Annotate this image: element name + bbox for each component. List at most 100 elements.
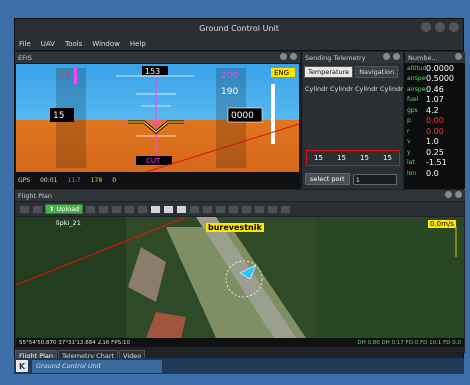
- close-icon[interactable]: [455, 191, 462, 198]
- tool-zoom-icon[interactable]: [241, 204, 253, 214]
- tab-navigation[interactable]: Navigation: [355, 66, 399, 78]
- place-label: burevestnik: [206, 223, 264, 232]
- tool-layer-icon[interactable]: [189, 204, 201, 214]
- minimize-button[interactable]: [421, 22, 431, 32]
- number-value: 0.0: [426, 168, 439, 178]
- altitude-readout: 0000: [231, 111, 254, 121]
- number-row: y 0.25: [405, 147, 465, 158]
- tool-copy-icon[interactable]: [176, 204, 188, 214]
- efis-value-1: 11.7: [67, 177, 81, 184]
- number-value: 0.25: [426, 147, 444, 157]
- efis-panel-title: EFIS: [18, 53, 32, 62]
- kde-logo-icon[interactable]: K: [16, 360, 28, 372]
- tool-doc-icon[interactable]: [163, 204, 175, 214]
- taskbar: K Ground Control Unit: [14, 358, 464, 374]
- upload-icon: ⬆: [49, 205, 55, 213]
- number-row: p 0.00: [405, 116, 465, 127]
- cut-label: CUT: [146, 157, 161, 165]
- number-value: 0.0000: [426, 63, 454, 73]
- number-value: 0.5000: [426, 74, 454, 84]
- menu-file[interactable]: File: [19, 40, 31, 48]
- number-value: 0.46: [426, 84, 444, 94]
- cylinder-value-3[interactable]: 15: [360, 154, 369, 162]
- select-port-button[interactable]: select port: [305, 173, 350, 185]
- numbers-panel-header: Numbe...: [405, 52, 465, 63]
- eng-label: ENG: [274, 69, 289, 77]
- port-input[interactable]: 1: [352, 173, 397, 185]
- float-icon[interactable]: [445, 191, 452, 198]
- efis-panel-header: EFIS: [15, 52, 300, 63]
- tool-next-icon[interactable]: [228, 204, 240, 214]
- number-row: lat -1.51: [405, 158, 465, 169]
- vsi-scale: [271, 84, 275, 144]
- flight-plan-toolbar: ⬆ Upload: [16, 202, 464, 216]
- menu-tools[interactable]: Tools: [65, 40, 82, 48]
- waypoint-label: lipki_21: [56, 219, 81, 227]
- tool-grid-icon[interactable]: [202, 204, 214, 214]
- window-controls: [421, 22, 459, 32]
- cylinder-value-1[interactable]: 15: [314, 154, 323, 162]
- number-value: 0.00: [426, 116, 444, 126]
- cylinder-values: 15 15 15 15: [306, 150, 400, 166]
- menu-help[interactable]: Help: [130, 40, 146, 48]
- cylinder-value-2[interactable]: 15: [337, 154, 346, 162]
- tool-open-icon[interactable]: [19, 204, 30, 214]
- flight-plan-panel: Flight Plan ⬆ Upload lipki_21 burevestni…: [15, 190, 465, 353]
- number-row: altitude0.0000: [405, 63, 465, 74]
- number-key: y: [407, 148, 411, 156]
- number-key: lat: [407, 159, 415, 167]
- number-value: 1.0: [426, 137, 439, 147]
- flight-map[interactable]: lipki_21 burevestnik 0.0m/s: [16, 217, 464, 338]
- tool-route-icon[interactable]: [124, 204, 136, 214]
- number-row: v 1.0: [405, 137, 465, 148]
- speed-bug: [74, 68, 77, 84]
- efis-status-bar: GPS 00:01 11.7 178 0: [15, 172, 300, 189]
- tool-close-icon[interactable]: [267, 204, 279, 214]
- cylinder-value-4[interactable]: 15: [383, 154, 392, 162]
- number-key: lon: [407, 169, 417, 177]
- tab-temperature[interactable]: Temperature: [304, 66, 354, 78]
- number-key: r: [407, 127, 410, 135]
- close-button[interactable]: [449, 22, 459, 32]
- efis-time: 00:01: [40, 177, 58, 184]
- map-view[interactable]: [16, 217, 464, 338]
- heading-readout: 153: [145, 67, 160, 76]
- numbers-panel: Numbe... altitude0.0000airspeed0.5000air…: [404, 52, 465, 189]
- number-value: 1.07: [426, 95, 444, 105]
- window-title: Ground Control Unit: [199, 23, 279, 33]
- taskbar-task[interactable]: Ground Control Unit: [32, 359, 162, 373]
- close-icon[interactable]: [393, 53, 400, 60]
- tool-settings-icon[interactable]: [280, 204, 292, 214]
- forest-east: [316, 217, 464, 338]
- float-icon[interactable]: [383, 53, 390, 60]
- telemetry-panel-title: Sending Telemetry: [305, 53, 366, 62]
- tool-pan-icon[interactable]: [254, 204, 266, 214]
- tool-clear-icon[interactable]: [98, 204, 110, 214]
- upload-button[interactable]: ⬆ Upload: [45, 204, 84, 214]
- altitude-top: 200: [221, 71, 238, 81]
- menu-uav[interactable]: UAV: [41, 40, 55, 48]
- tool-waypoint-icon[interactable]: [111, 204, 123, 214]
- menu-window[interactable]: Window: [92, 40, 120, 48]
- numbers-panel-title: Numbe...: [408, 53, 438, 62]
- number-value: 4.2: [426, 105, 439, 115]
- upload-label: Upload: [56, 205, 80, 213]
- number-row: r 0.00: [405, 126, 465, 137]
- float-icon[interactable]: [280, 53, 287, 60]
- tool-page-icon[interactable]: [150, 204, 162, 214]
- map-coordinates: 55°54'50.870 37°31'12.884 ∠16 FPS:10: [19, 339, 131, 346]
- flight-plan-header: Flight Plan: [15, 190, 465, 201]
- tool-save-icon[interactable]: [32, 204, 43, 214]
- efis-value-2: 178: [90, 177, 103, 184]
- menu-bar: File UAV Tools Window Help: [15, 37, 463, 51]
- close-icon[interactable]: [290, 53, 297, 60]
- forest-west: [16, 217, 126, 338]
- tool-download-icon[interactable]: [85, 204, 97, 214]
- close-icon[interactable]: [455, 53, 462, 60]
- tool-ruler-icon[interactable]: [137, 204, 149, 214]
- telemetry-panel-header: Sending Telemetry: [302, 52, 403, 63]
- number-key: altitude: [407, 64, 426, 72]
- tool-play-icon[interactable]: [215, 204, 227, 214]
- maximize-button[interactable]: [435, 22, 445, 32]
- number-key: gps: [407, 106, 418, 114]
